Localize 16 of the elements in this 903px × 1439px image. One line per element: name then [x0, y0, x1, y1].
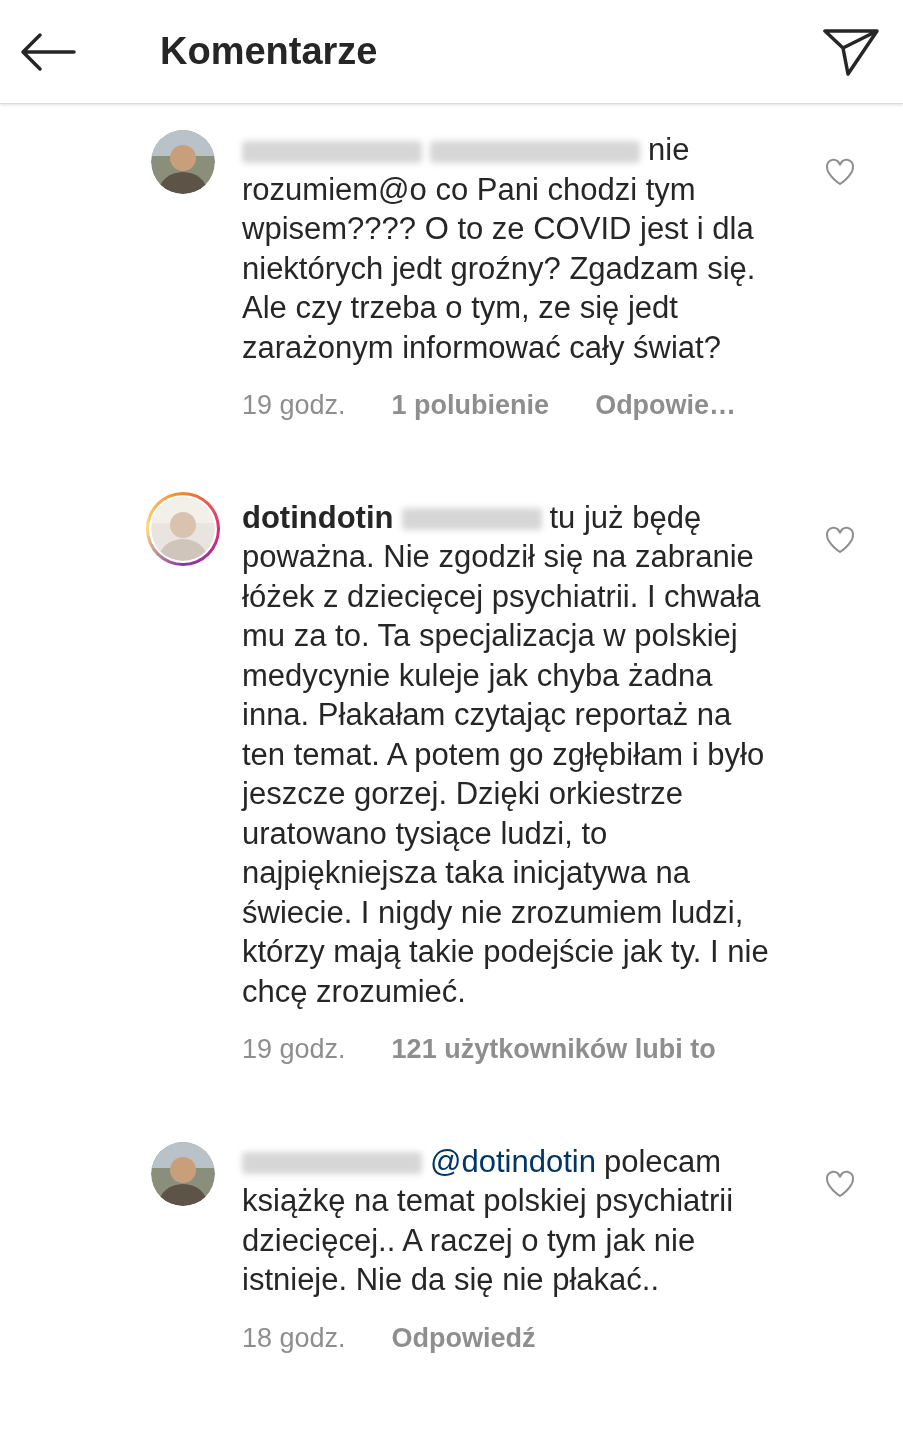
page-title: Komentarze: [160, 29, 378, 74]
heart-icon[interactable]: [825, 525, 855, 554]
heart-icon[interactable]: [825, 158, 855, 186]
send-icon[interactable]: [823, 27, 879, 76]
comment-time: 18 godz.: [242, 1321, 346, 1355]
reply-button[interactable]: Odpowiedź: [391, 1317, 536, 1358]
likes-count[interactable]: 121 użytkowników lubi to: [391, 1029, 716, 1070]
comment-text: dotindotin tu już będę poważna. Nie zgodził się na zabranie łóżek z dziecięcej psychiatrii. I chwała mu za to. Ta specjalizacja w polskiej medycynie kuleje jak chyba żadna inna. Płakałam czytając reportaż na ten temat. A potem go zgłębiłam i było jeszcze gorzej. Dzięki orkiestrze uratowano tysiące ludzi, to najpiękniejsza taka inicjatywa na świecie. I nigdy nie zrozumiem ludzi, którzy mają takie podejście jak ty. I nie chcę zrozumieć.: [242, 498, 770, 1011]
comment-time: 19 godz.: [242, 1033, 346, 1066]
reply-button[interactable]: Odpowie…: [595, 385, 737, 426]
comment-text: nie rozumiem@o co Pani chodzi tym wpisem???? O to ze COVID jest i dla niektórych jedt groźny? Zgadzam się. Ale czy trzeba o tym, ze się jedt zarażonym informować cały świat?: [242, 131, 757, 367]
likes-count[interactable]: 1 polubienie: [391, 385, 550, 426]
comment-time: 19 godz.: [242, 389, 346, 422]
back-arrow-icon[interactable]: [20, 31, 76, 72]
heart-icon[interactable]: [825, 1169, 855, 1198]
comment-text: @dotindotin polecam książkę na temat polskiej psychiatrii dziecięcej.. A raczej o tym jak nie istnieje. Nie da się nie płakać..: [242, 1142, 735, 1299]
